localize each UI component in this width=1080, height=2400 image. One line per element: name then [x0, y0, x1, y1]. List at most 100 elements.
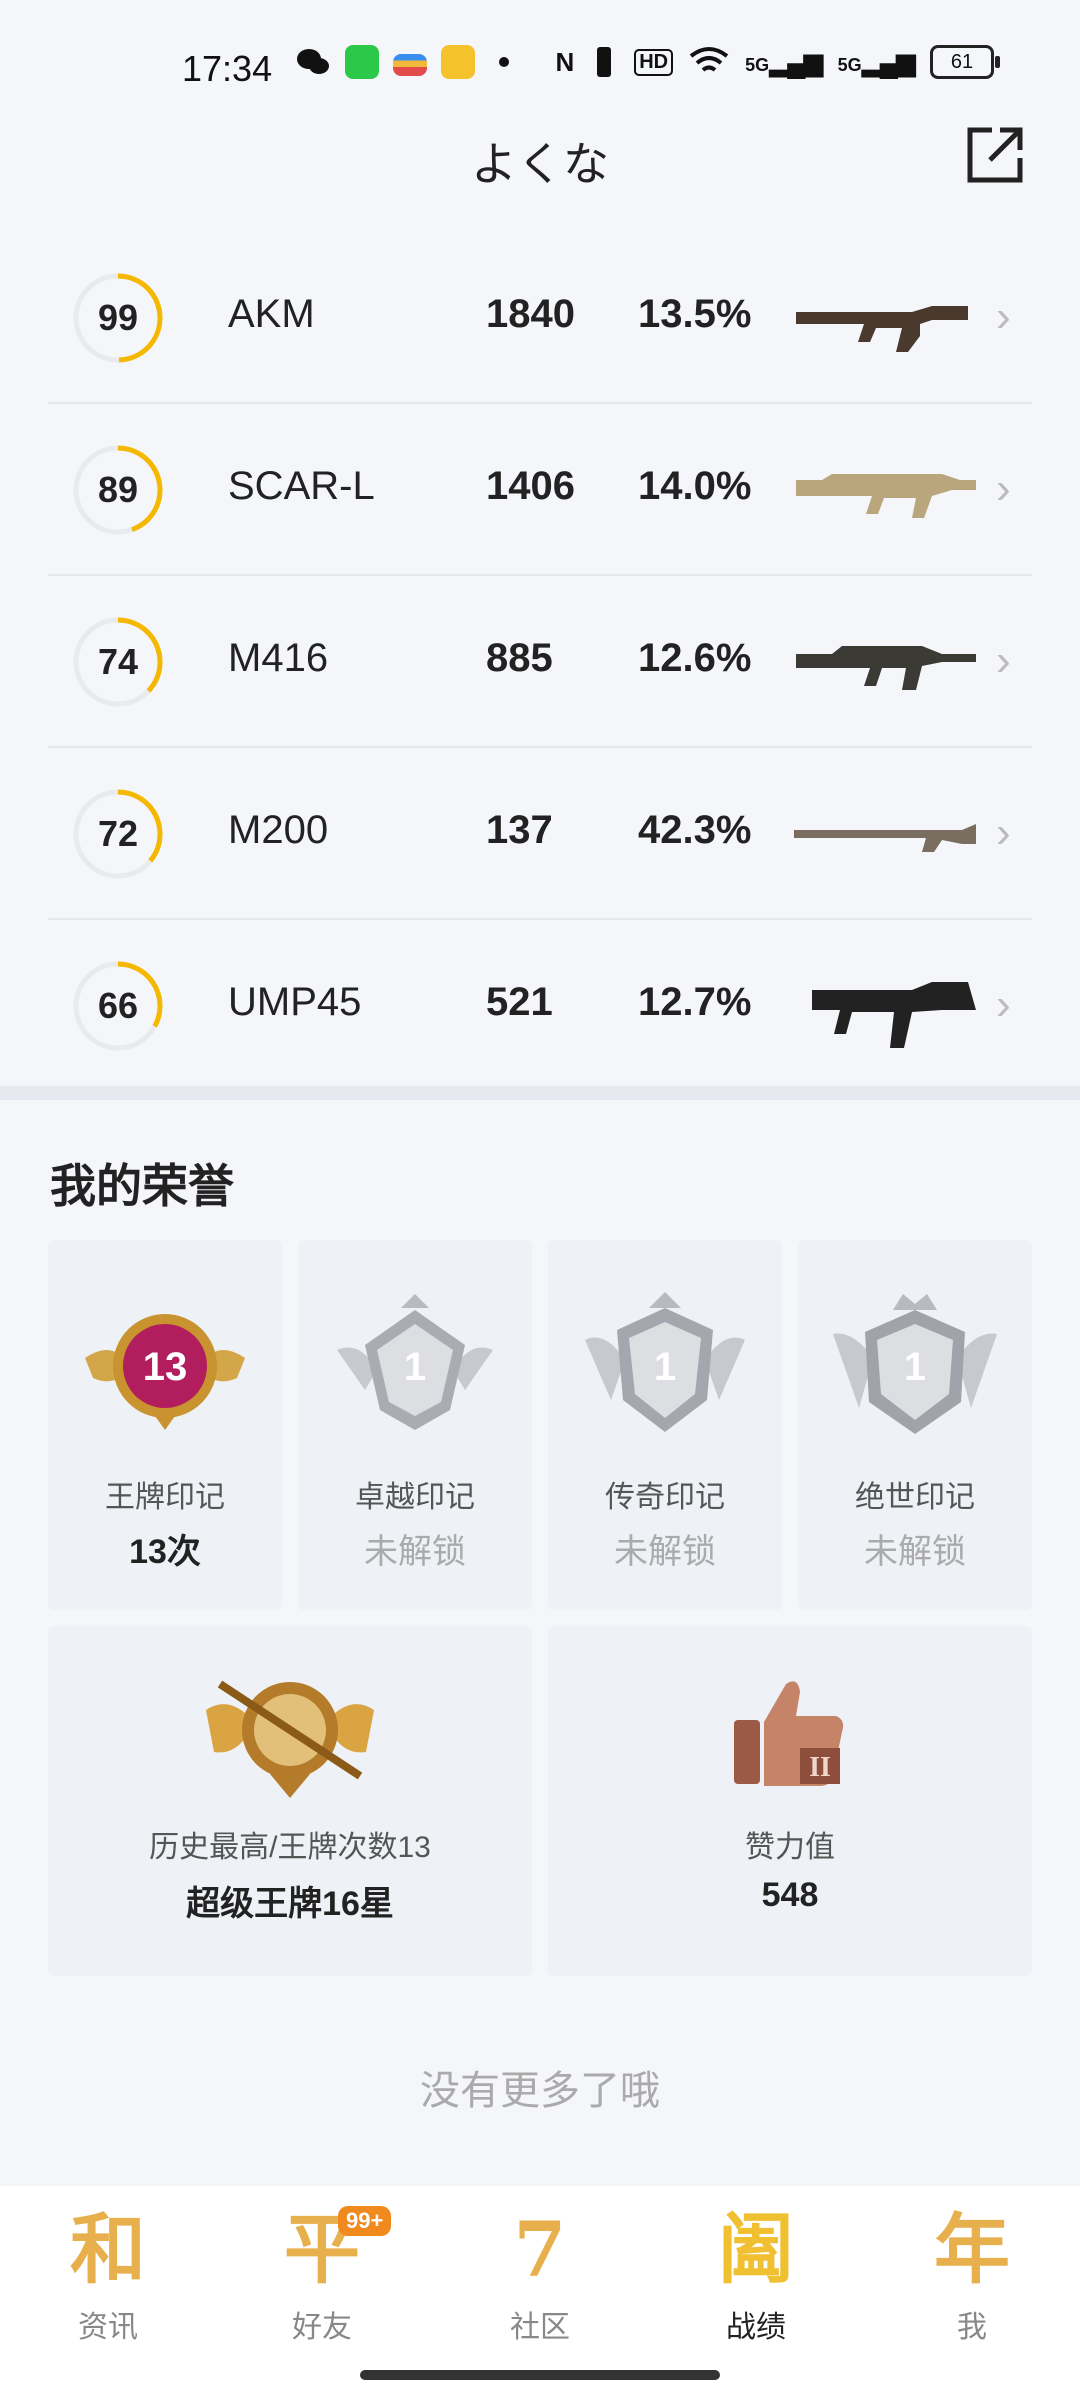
honor-label: 卓越印记 [355, 1481, 475, 1514]
chevron-right-icon: › [996, 292, 1011, 341]
system-icons: N HD 5G▂▄▆ 5G▂▄▆ 61 [555, 45, 1000, 79]
chevron-right-icon: › [996, 808, 1011, 857]
news-nav-icon: 和 [70, 2205, 146, 2294]
notification-icons [295, 45, 509, 79]
svg-text:1: 1 [654, 1345, 676, 1389]
weapon-kills: 1406 [486, 464, 575, 508]
weapon-rate: 13.5% [638, 292, 752, 336]
weapon-image-icon [796, 474, 976, 518]
weapon-rate: 12.6% [638, 636, 752, 680]
nav-label: 战绩 [726, 2311, 786, 2344]
svg-text:1: 1 [904, 1345, 926, 1389]
signal-icon-2: 5G▂▄▆ [837, 46, 916, 77]
section-title-honor: 我的荣誉 [50, 1160, 234, 1212]
weapon-image-icon [796, 306, 968, 352]
dot-icon [499, 57, 509, 67]
honor-card-legend[interactable]: 1 传奇印记 未解锁 [548, 1240, 782, 1610]
weapon-row[interactable]: 74 M416 885 12.6% › [48, 576, 1032, 748]
vibrate-icon [597, 47, 612, 77]
signal-icon-1: 5G▂▄▆ [745, 46, 823, 77]
chevron-right-icon: › [996, 980, 1011, 1029]
weapon-image-icon [812, 982, 976, 1048]
wifi-icon [689, 47, 729, 72]
weapon-name: M416 [228, 636, 329, 680]
weapon-row[interactable]: 89 SCAR-L 1406 14.0% › [48, 404, 1032, 576]
notification-badge: 99+ [338, 2206, 392, 2236]
honor-card-peerless[interactable]: 1 绝世印记 未解锁 [798, 1240, 1032, 1610]
likes-card[interactable]: II 赞力值 548 [548, 1626, 1032, 1976]
peerless-mark-badge-icon: 1 [833, 1294, 997, 1434]
weapon-image-icon [794, 824, 976, 852]
honor-card-ace[interactable]: 13 王牌印记 13次 [48, 1240, 282, 1610]
legend-mark-badge-icon: 1 [585, 1292, 745, 1432]
wechat-icon [297, 49, 329, 74]
honor-card-excellent[interactable]: 1 卓越印记 未解锁 [298, 1240, 532, 1610]
excellent-mark-badge-icon: 1 [337, 1294, 493, 1430]
weapon-name: M200 [228, 808, 329, 852]
section-divider [0, 1086, 1080, 1100]
status-time: 17:34 [182, 48, 273, 89]
weapon-rate: 12.7% [638, 980, 752, 1024]
weapon-name: AKM [228, 292, 315, 336]
me-nav-icon: 年 [934, 2205, 1010, 2294]
weapon-row[interactable]: 72 M200 137 42.3% › [48, 748, 1032, 920]
weapon-score: 72 [97, 813, 139, 854]
notes-app-icon [441, 45, 475, 79]
rank-badge-icon [206, 1680, 374, 1798]
highest-rank-card[interactable]: 历史最高/王牌次数13 超级王牌16星 [48, 1626, 532, 1976]
community-nav-icon: 7 [513, 2205, 567, 2294]
home-indicator[interactable] [360, 2370, 720, 2380]
bottom-nav: 和 资讯 平 好友 99+ 7 社区 阖 战绩 年 我 [0, 2186, 1080, 2400]
nfc-icon: N [555, 46, 575, 77]
nav-item-me[interactable]: 年 我 [892, 2204, 1052, 2346]
weapon-rate: 42.3% [638, 808, 752, 852]
weapon-row[interactable]: 99 AKM 1840 13.5% › [48, 232, 1032, 404]
nav-item-news[interactable]: 和 资讯 [28, 2204, 188, 2346]
app-icon-green [345, 45, 379, 79]
honor-label: 王牌印记 [105, 1481, 225, 1514]
weapon-score: 89 [97, 469, 139, 510]
weapon-row[interactable]: 66 UMP45 521 12.7% › [48, 920, 1032, 1090]
honor-value: 未解锁 [364, 1533, 466, 1571]
battery-icon: 61 [930, 45, 1000, 79]
end-of-list-text: 没有更多了哦 [420, 2069, 660, 2113]
ace-mark-badge-icon: 13 [85, 1314, 245, 1430]
weapon-list: 99 AKM 1840 13.5% › 89 SCAR-L 1406 14.0% › 74 M416 8… [48, 232, 1032, 1090]
nav-item-stats[interactable]: 阖 战绩 [676, 2204, 836, 2346]
weapon-kills: 1840 [486, 292, 575, 336]
honor-value: 13次 [129, 1533, 201, 1571]
hd-icon: HD [634, 48, 674, 76]
highest-rank-value: 超级王牌16星 [186, 1885, 394, 1923]
likes-value: 548 [761, 1876, 819, 1914]
likes-label: 赞力值 [745, 1831, 835, 1864]
stats-nav-icon: 阖 [718, 2205, 794, 2294]
thumbs-up-icon: II [734, 1681, 844, 1786]
status-bar: 17:34 N HD 5G▂▄▆ 5G▂▄▆ 61 [0, 0, 1080, 130]
chevron-right-icon: › [996, 464, 1011, 513]
nav-label: 我 [957, 2311, 987, 2344]
nav-label: 好友 [292, 2311, 352, 2344]
weapon-kills: 137 [486, 808, 553, 852]
nav-item-community[interactable]: 7 社区 [460, 2204, 620, 2346]
nav-label: 社区 [510, 2311, 570, 2344]
share-icon[interactable] [964, 124, 1026, 186]
honor-value: 未解锁 [614, 1533, 716, 1571]
weapon-score: 66 [97, 985, 139, 1026]
nav-item-friends[interactable]: 平 好友 99+ [242, 2204, 402, 2346]
weapon-rate: 14.0% [638, 464, 752, 508]
svg-text:13: 13 [143, 1345, 188, 1389]
weapon-name: UMP45 [228, 980, 362, 1024]
highest-rank-label: 历史最高/王牌次数13 [149, 1831, 431, 1864]
weapon-image-icon [796, 646, 976, 690]
svg-text:II: II [809, 1752, 831, 1783]
honor-label: 传奇印记 [605, 1481, 725, 1514]
weapon-score: 74 [97, 641, 139, 682]
honor-label: 绝世印记 [855, 1481, 975, 1514]
nav-label: 资讯 [78, 2311, 138, 2344]
wallet-icon [393, 54, 427, 76]
svg-text:1: 1 [404, 1345, 426, 1389]
weapon-name: SCAR-L [228, 464, 375, 508]
chevron-right-icon: › [996, 636, 1011, 685]
weapon-kills: 885 [486, 636, 553, 680]
header: よくな [0, 120, 1080, 200]
